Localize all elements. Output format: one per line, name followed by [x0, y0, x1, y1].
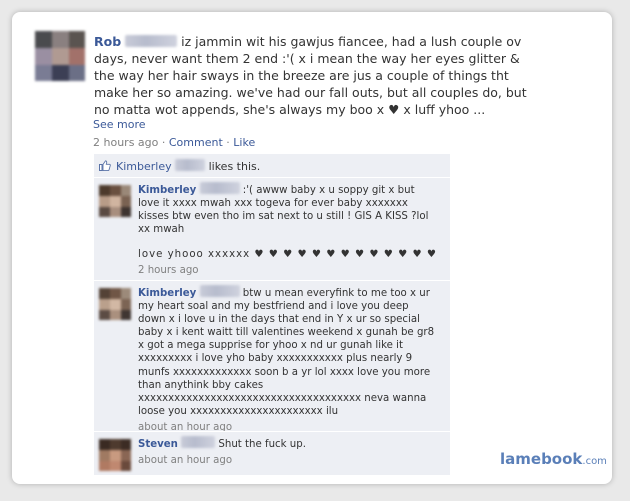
comment-body: Kimberley :'( awww baby x u soppy git x … [138, 182, 438, 278]
post-text-block: Rob iz jammin wit his gawjus fiancee, ha… [94, 33, 534, 118]
commenter-avatar[interactable] [99, 288, 131, 320]
comment-text: Shut the fuck up. [218, 439, 306, 450]
comment-item: Kimberley btw u mean everyfink to me too… [94, 280, 450, 434]
comment-item: Steven Shut the fuck up. about an hour a… [94, 431, 450, 475]
comment-body: Steven Shut the fuck up. about an hour a… [138, 436, 438, 467]
commenter-name[interactable]: Kimberley [138, 185, 196, 196]
liker-name[interactable]: Kimberley [116, 160, 172, 173]
comment-timestamp[interactable]: 2 hours ago [138, 264, 438, 277]
comment-item: Kimberley :'( awww baby x u soppy git x … [94, 177, 450, 280]
redacted-surname [125, 35, 178, 47]
comment-link[interactable]: Comment [169, 136, 223, 149]
post-card: Rob iz jammin wit his gawjus fiancee, ha… [12, 12, 612, 484]
lamebook-watermark: lamebook.com [500, 450, 607, 468]
redacted-surname [199, 285, 240, 297]
post-author-avatar[interactable] [35, 31, 85, 81]
like-link[interactable]: Like [233, 136, 255, 149]
post-meta: 2 hours ago · Comment · Like [93, 136, 256, 149]
likes-text: Kimberley likes this. [116, 159, 261, 173]
commenter-name[interactable]: Kimberley [138, 288, 196, 299]
comment-text: btw u mean everyfink to me too x ur my h… [138, 288, 435, 417]
likes-bar: Kimberley likes this. [94, 154, 450, 177]
comment-body: Kimberley btw u mean everyfink to me too… [138, 285, 438, 434]
redacted-surname [199, 182, 240, 194]
comment-timestamp[interactable]: about an hour ago [138, 454, 438, 467]
redacted-surname [181, 436, 216, 448]
comment-text-line2: love yhooo xxxxxx ♥ ♥ ♥ ♥ ♥ ♥ ♥ ♥ ♥ ♥ ♥ … [138, 249, 438, 261]
post-author-name[interactable]: Rob [94, 34, 121, 49]
thumbs-up-icon [99, 160, 111, 171]
see-more-link[interactable]: See more [93, 118, 146, 131]
commenter-avatar[interactable] [99, 185, 131, 217]
post-timestamp[interactable]: 2 hours ago [93, 136, 158, 149]
commenter-name[interactable]: Steven [138, 439, 178, 450]
redacted-surname [175, 159, 206, 171]
commenter-avatar[interactable] [99, 439, 131, 471]
